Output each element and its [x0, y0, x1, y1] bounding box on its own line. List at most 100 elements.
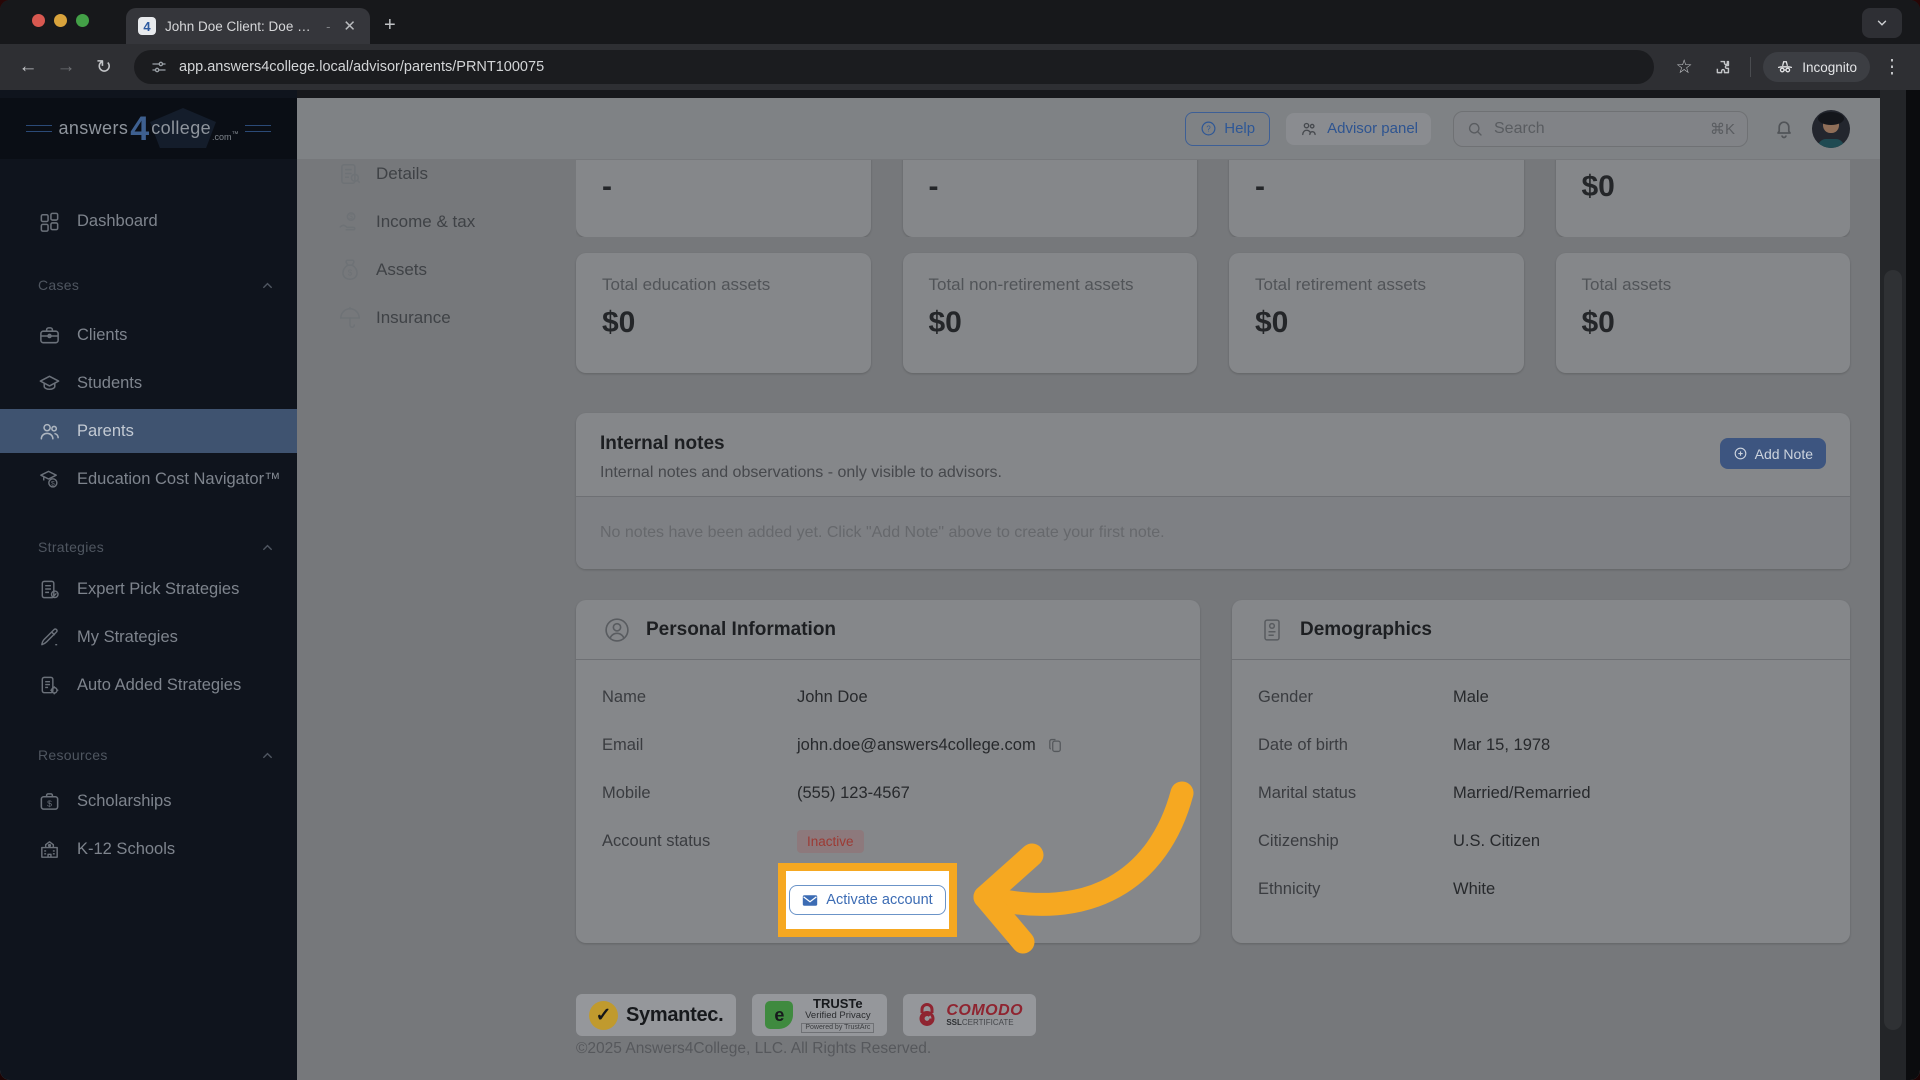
annotation-highlight-box: Activate account: [778, 863, 957, 937]
field-value: Mar 15, 1978: [1453, 735, 1551, 754]
scrollbar-track[interactable]: [1880, 90, 1906, 1080]
sidebar-item-label: Parents: [77, 421, 134, 440]
app-header: ? Help Advisor panel Search ⌘K: [297, 98, 1920, 159]
info-row-citizenship: Citizenship U.S. Citizen: [1258, 826, 1824, 856]
question-circle-icon: ?: [1201, 121, 1216, 136]
logo-word-2: college: [151, 118, 212, 138]
demographics-card: Demographics Gender Male Date of birth M…: [1232, 600, 1850, 943]
info-row-marital-status: Marital status Married/Remarried: [1258, 778, 1824, 808]
svg-text:$: $: [51, 480, 55, 487]
main-content: ? Help Advisor panel Search ⌘K Details $…: [297, 90, 1920, 1080]
sidebar-item-k12-schools[interactable]: K-12 Schools: [0, 827, 297, 871]
user-avatar[interactable]: [1812, 109, 1850, 148]
comodo-title: COMODO: [946, 1001, 1024, 1019]
copy-icon[interactable]: [1046, 736, 1065, 755]
id-card-icon: [1264, 618, 1280, 641]
cap-dollar-icon: $: [40, 470, 58, 488]
stat-value: -: [928, 170, 939, 203]
activate-account-label: Activate account: [826, 892, 933, 908]
minimize-window-button[interactable]: [54, 14, 67, 27]
sidebar-item-expert-pick-strategies[interactable]: Expert Pick Strategies: [0, 567, 297, 611]
zoom-window-button[interactable]: [76, 14, 89, 27]
sidebar: answers 4 college .com™ Dashboard Cases …: [0, 90, 297, 1080]
sidebar-item-scholarships[interactable]: $ Scholarships: [0, 779, 297, 823]
browser-tab[interactable]: 4 John Doe Client: Doe Family - ✕: [126, 8, 370, 44]
forward-button[interactable]: →: [50, 51, 82, 83]
chevron-up-icon: [263, 752, 272, 758]
advisor-panel-button[interactable]: Advisor panel: [1286, 112, 1431, 145]
stats-row-partial: - - - $0: [576, 160, 1850, 237]
symantec-badge: ✓ Symantec.: [576, 994, 737, 1036]
subnav-item-insurance[interactable]: Insurance: [337, 294, 572, 342]
sidebar-item-auto-added-strategies[interactable]: Auto Added Strategies: [0, 663, 297, 707]
tab-close-icon[interactable]: ✕: [339, 17, 360, 36]
close-window-button[interactable]: [32, 14, 45, 27]
activate-account-button[interactable]: Activate account: [789, 885, 946, 915]
field-value: Male: [1453, 687, 1489, 706]
scrollbar-thumb[interactable]: [1884, 270, 1902, 1030]
personal-information-title: Personal Information: [646, 618, 837, 640]
plus-circle-icon: [1734, 447, 1746, 460]
people-group-icon: [1302, 122, 1316, 135]
incognito-icon: [1778, 61, 1793, 73]
app-logo[interactable]: answers 4 college .com™: [0, 98, 297, 159]
subnav-item-income-tax[interactable]: $ Income & tax: [337, 198, 572, 246]
sidebar-item-students[interactable]: Students: [0, 361, 297, 405]
help-button[interactable]: ? Help: [1185, 111, 1271, 146]
sidebar-section-cases[interactable]: Cases: [0, 273, 297, 297]
field-label: Marital status: [1258, 783, 1357, 802]
reload-button[interactable]: ↻: [88, 51, 120, 83]
sidebar-item-label: Dashboard: [77, 211, 158, 230]
logo-suffix: .com: [212, 131, 232, 142]
sidebar-item-parents[interactable]: Parents: [0, 409, 297, 453]
sidebar-item-clients[interactable]: Clients: [0, 313, 297, 357]
demographics-title: Demographics: [1300, 618, 1432, 640]
stat-value: $0: [1581, 306, 1615, 339]
internal-notes-card: Internal notes Internal notes and observ…: [576, 413, 1850, 569]
puzzle-icon: [1716, 60, 1729, 73]
toolbar-divider: [1750, 57, 1752, 77]
incognito-label: Incognito: [1802, 59, 1857, 75]
notes-empty-state: No notes have been added yet. Click "Add…: [576, 496, 1850, 569]
address-bar[interactable]: app.answers4college.local/advisor/parent…: [134, 50, 1655, 84]
sidebar-section-resources[interactable]: Resources: [0, 743, 297, 767]
bell-icon: [1777, 120, 1791, 138]
document-search-icon: [341, 164, 361, 184]
notifications-bell-button[interactable]: [1772, 117, 1796, 141]
stat-label: Total retirement assets: [1255, 275, 1427, 294]
subnav-item-assets[interactable]: $ Assets: [337, 246, 572, 294]
sidebar-item-dashboard[interactable]: Dashboard: [0, 199, 297, 243]
briefcase-icon: [40, 326, 59, 343]
truste-powered-by: Powered by TrustArc: [801, 1023, 875, 1034]
incognito-badge: Incognito: [1763, 52, 1870, 82]
section-label: Resources: [38, 747, 108, 763]
viewport-right-edge: [1906, 90, 1920, 1080]
sidebar-item-label: Expert Pick Strategies: [77, 579, 240, 598]
search-input[interactable]: Search ⌘K: [1453, 110, 1748, 147]
sidebar-item-my-strategies[interactable]: My Strategies: [0, 615, 297, 659]
sidebar-section-strategies[interactable]: Strategies: [0, 535, 297, 559]
stat-value: $0: [602, 306, 636, 339]
chevron-up-icon: [263, 282, 272, 288]
bookmark-star-icon[interactable]: ☆: [1668, 51, 1700, 83]
subnav-label: Insurance: [376, 308, 451, 327]
field-value: White: [1453, 879, 1496, 898]
back-button[interactable]: ←: [12, 51, 44, 83]
document-gear-icon: [41, 676, 59, 694]
field-label: Account status: [602, 831, 711, 850]
sidebar-item-label: Education Cost Navigator™: [77, 469, 281, 488]
truste-subtitle: Verified Privacy: [805, 1010, 871, 1022]
extensions-puzzle-icon[interactable]: [1706, 51, 1738, 83]
add-note-button[interactable]: Add Note: [1719, 438, 1826, 469]
field-label: Mobile: [602, 783, 651, 802]
site-settings-icon[interactable]: [150, 58, 168, 76]
new-tab-button[interactable]: +: [384, 14, 396, 37]
field-value: (555) 123-4567: [797, 783, 910, 802]
sidebar-item-label: K-12 Schools: [77, 839, 176, 858]
stat-value: $0: [1581, 170, 1615, 203]
sidebar-item-education-cost-navigator[interactable]: $ Education Cost Navigator™: [0, 457, 297, 501]
browser-menu-button[interactable]: ⋮: [1876, 51, 1908, 83]
document-checklist-icon: [41, 580, 59, 598]
tab-title: John Doe Client: Doe Family: [165, 18, 317, 34]
tab-search-chevron-button[interactable]: [1862, 8, 1902, 38]
